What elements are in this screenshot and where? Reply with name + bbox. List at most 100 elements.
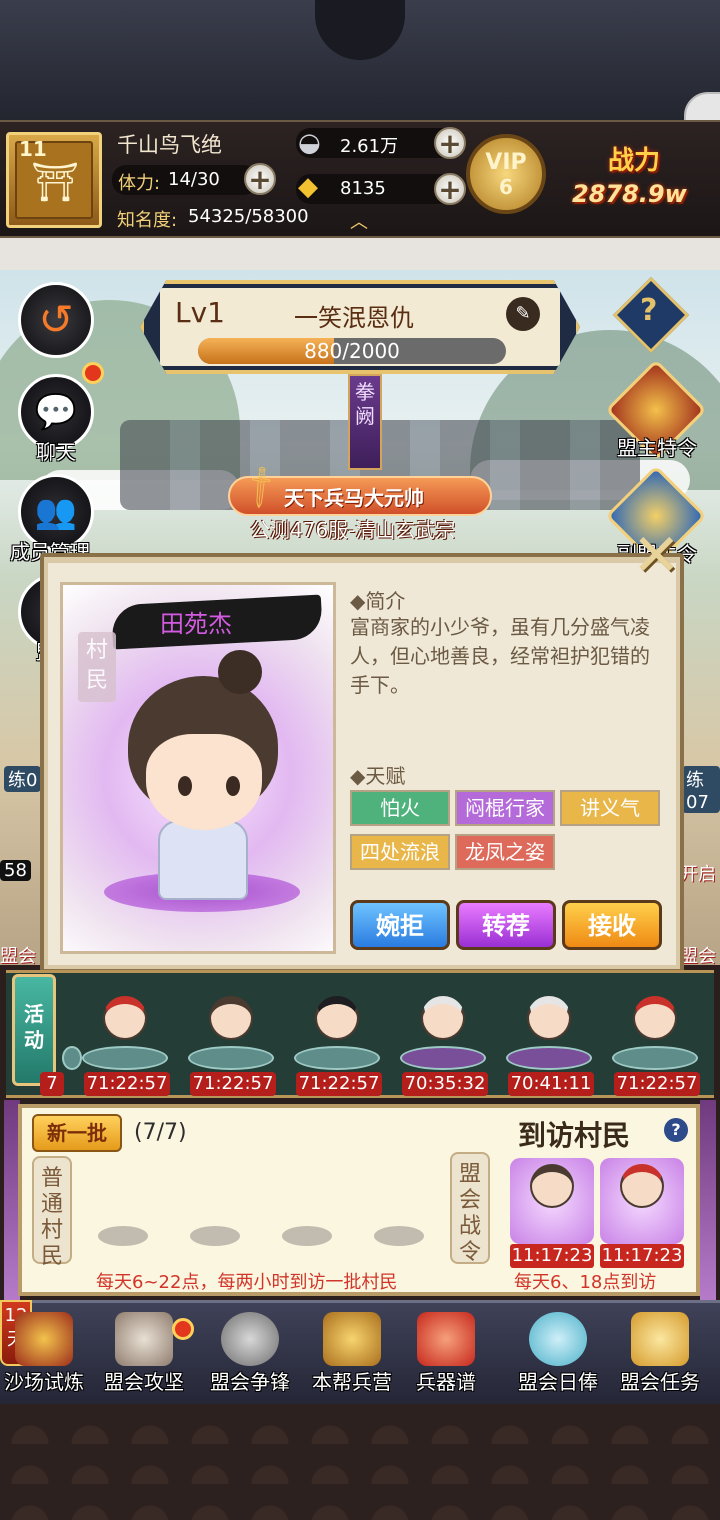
hero-eye-left	[178, 776, 192, 796]
add-stamina-button[interactable]: +	[244, 163, 276, 195]
add-silver-button[interactable]: +	[434, 127, 466, 159]
scroll-icon	[417, 1312, 475, 1366]
guild-title: 天下兵马大元帅	[284, 486, 424, 510]
right-guild-text: 盟会	[680, 946, 716, 967]
npc-timer: 71:22:57	[614, 1072, 700, 1096]
nav-guild-contest[interactable]: 盟会争锋	[200, 1304, 300, 1404]
left-number: 58	[0, 860, 31, 881]
back-arrow-icon: ↺	[38, 295, 74, 344]
nav-guild-salary[interactable]: 盟会日俸	[508, 1304, 608, 1404]
guild-name: 一笑泯恩仇	[294, 304, 414, 332]
notification-dot	[82, 362, 104, 384]
vip-level: 6	[499, 175, 513, 199]
npc-timer: 7	[40, 1072, 64, 1096]
power-value: 2878.9w	[572, 180, 687, 208]
npc-platform[interactable]	[294, 1046, 380, 1070]
hero-name: 田苑杰	[160, 610, 232, 638]
player-level: 11	[19, 137, 47, 161]
nav-label: 盟会任务	[620, 1370, 700, 1394]
hero-body	[158, 820, 248, 900]
npc-platform[interactable]	[506, 1046, 592, 1070]
fame-value: 54325/58300	[188, 206, 309, 227]
npc-timer: 71:22:57	[84, 1072, 170, 1096]
nav-label: 盟会争锋	[210, 1370, 290, 1394]
fame-label: 知名度:	[117, 210, 178, 231]
npc-avatar[interactable]	[421, 996, 465, 1040]
helmet-icon	[323, 1312, 381, 1366]
bottom-decor	[0, 1404, 720, 1520]
activity-tab[interactable]: 活动	[12, 974, 56, 1086]
nav-label: 盟会攻坚	[104, 1370, 184, 1394]
npc-avatar[interactable]	[209, 996, 253, 1040]
hero-rank-tag: 村民	[78, 632, 116, 702]
left-practice-tag: 练0	[4, 766, 42, 792]
nav-label: 本帮兵营	[312, 1370, 392, 1394]
vip-badge[interactable]: VIP 6	[466, 134, 546, 214]
nav-weapon-list[interactable]: 兵器谱	[396, 1304, 496, 1404]
close-icon[interactable]: ✕	[632, 526, 681, 584]
hero-hair-bun	[218, 650, 262, 694]
server-name: 公测476服-清山玄武宗	[250, 518, 456, 542]
top-band	[0, 0, 720, 120]
visitor-timer: 11:17:23	[510, 1244, 594, 1268]
chevron-up-icon[interactable]: ︿	[350, 208, 368, 234]
chat-label: 聊天	[36, 440, 76, 464]
fist-icon	[115, 1312, 173, 1366]
silver-value: 2.61万	[340, 136, 399, 157]
talent-badge: 四处流浪	[350, 834, 450, 870]
pagoda-icon: ⛩	[31, 160, 80, 204]
intro-heading: ◆简介	[350, 589, 406, 613]
talent-heading: ◆天赋	[350, 764, 406, 788]
recommend-button[interactable]: 转荐	[456, 900, 556, 950]
hero-eye-right	[226, 776, 240, 796]
stamina-label: 体力:	[118, 173, 161, 194]
npc-platform[interactable]	[612, 1046, 698, 1070]
question-mark-icon: ?	[640, 293, 658, 328]
right-open-text: 开启	[680, 864, 716, 885]
visitors-help-icon[interactable]: ?	[664, 1118, 688, 1142]
stamina-value: 14/30	[168, 169, 220, 190]
nav-battlefield-trial[interactable]: 沙场试炼	[0, 1304, 94, 1404]
add-gold-button[interactable]: +	[434, 173, 466, 205]
vip-label: VIP	[485, 150, 527, 175]
npc-avatar[interactable]	[315, 996, 359, 1040]
npc-platform[interactable]	[188, 1046, 274, 1070]
silver-ingot-icon: ◒	[298, 128, 321, 158]
back-button[interactable]: ↺	[18, 282, 94, 358]
nav-label: 兵器谱	[416, 1370, 476, 1394]
visitor-avatar	[620, 1164, 664, 1208]
talent-badge: 怕火	[350, 790, 450, 826]
panel-frame-right	[700, 1100, 716, 1300]
npc-platform[interactable]	[82, 1046, 168, 1070]
left-guild-text: 盟会	[0, 946, 36, 967]
guild-warrant-label: 盟会战令	[450, 1152, 490, 1265]
npc-avatar[interactable]	[103, 996, 147, 1040]
visitor-count: (7/7)	[134, 1120, 187, 1145]
empty-slot[interactable]	[190, 1226, 240, 1246]
talent-badge: 讲义气	[560, 790, 660, 826]
nav-guild-tasks[interactable]: 盟会任务	[610, 1304, 710, 1404]
top-ornament	[315, 0, 405, 60]
visitors-title: 到访村民	[518, 1119, 631, 1152]
empty-slot[interactable]	[374, 1226, 424, 1246]
npc-platform	[62, 1046, 82, 1070]
reject-button[interactable]: 婉拒	[350, 900, 450, 950]
empty-slot[interactable]	[282, 1226, 332, 1246]
visitor-timer: 11:17:23	[600, 1244, 684, 1268]
power-label: 战力	[608, 146, 661, 176]
gold-ingot-icon: ◆	[298, 172, 318, 202]
npc-platform[interactable]	[400, 1046, 486, 1070]
new-batch-button[interactable]: 新一批	[32, 1114, 122, 1152]
divider-strip	[0, 238, 720, 270]
accept-button[interactable]: 接收	[562, 900, 662, 950]
guild-xp-text: 880/2000	[304, 339, 400, 363]
nav-gang-barracks[interactable]: 本帮兵营	[302, 1304, 402, 1404]
nav-label: 盟会日俸	[518, 1370, 598, 1394]
npc-timer: 70:41:11	[508, 1072, 594, 1096]
edit-brush-icon[interactable]: ✎	[506, 297, 540, 331]
npc-avatar[interactable]	[527, 996, 571, 1040]
empty-slot[interactable]	[98, 1226, 148, 1246]
npc-avatar[interactable]	[633, 996, 677, 1040]
player-avatar[interactable]: 11 ⛩	[6, 132, 102, 228]
tree-icon	[529, 1312, 587, 1366]
